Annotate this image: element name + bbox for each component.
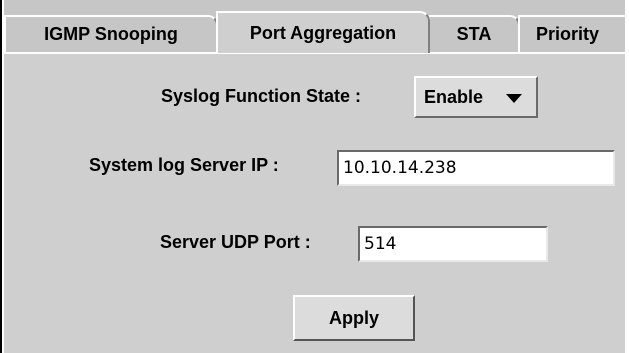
syslog-state-dropdown[interactable]: Enable	[414, 76, 538, 118]
window-frame: IGMP Snooping Port Aggregation STA Prior…	[0, 0, 625, 353]
syslog-state-label: Syslog Function State :	[161, 86, 362, 106]
syslog-state-value: Enable	[424, 86, 484, 107]
tab-strip: IGMP Snooping Port Aggregation STA Prior…	[4, 0, 625, 53]
tab-igmp-snooping[interactable]: IGMP Snooping	[4, 15, 218, 52]
tab-priority[interactable]: Priority	[518, 15, 625, 52]
syslog-settings-panel: Syslog Function State : Enable System lo…	[4, 52, 625, 353]
server-ip-field[interactable]: 10.10.14.238	[337, 150, 615, 186]
udp-port-label: Server UDP Port :	[160, 232, 311, 252]
chevron-down-icon	[506, 94, 522, 103]
server-ip-label: System log Server IP :	[89, 155, 279, 175]
apply-button[interactable]: Apply	[293, 295, 415, 341]
udp-port-field[interactable]: 514	[358, 226, 548, 262]
tab-sta[interactable]: STA	[428, 15, 520, 52]
tab-port-aggregation[interactable]: Port Aggregation	[216, 11, 430, 53]
